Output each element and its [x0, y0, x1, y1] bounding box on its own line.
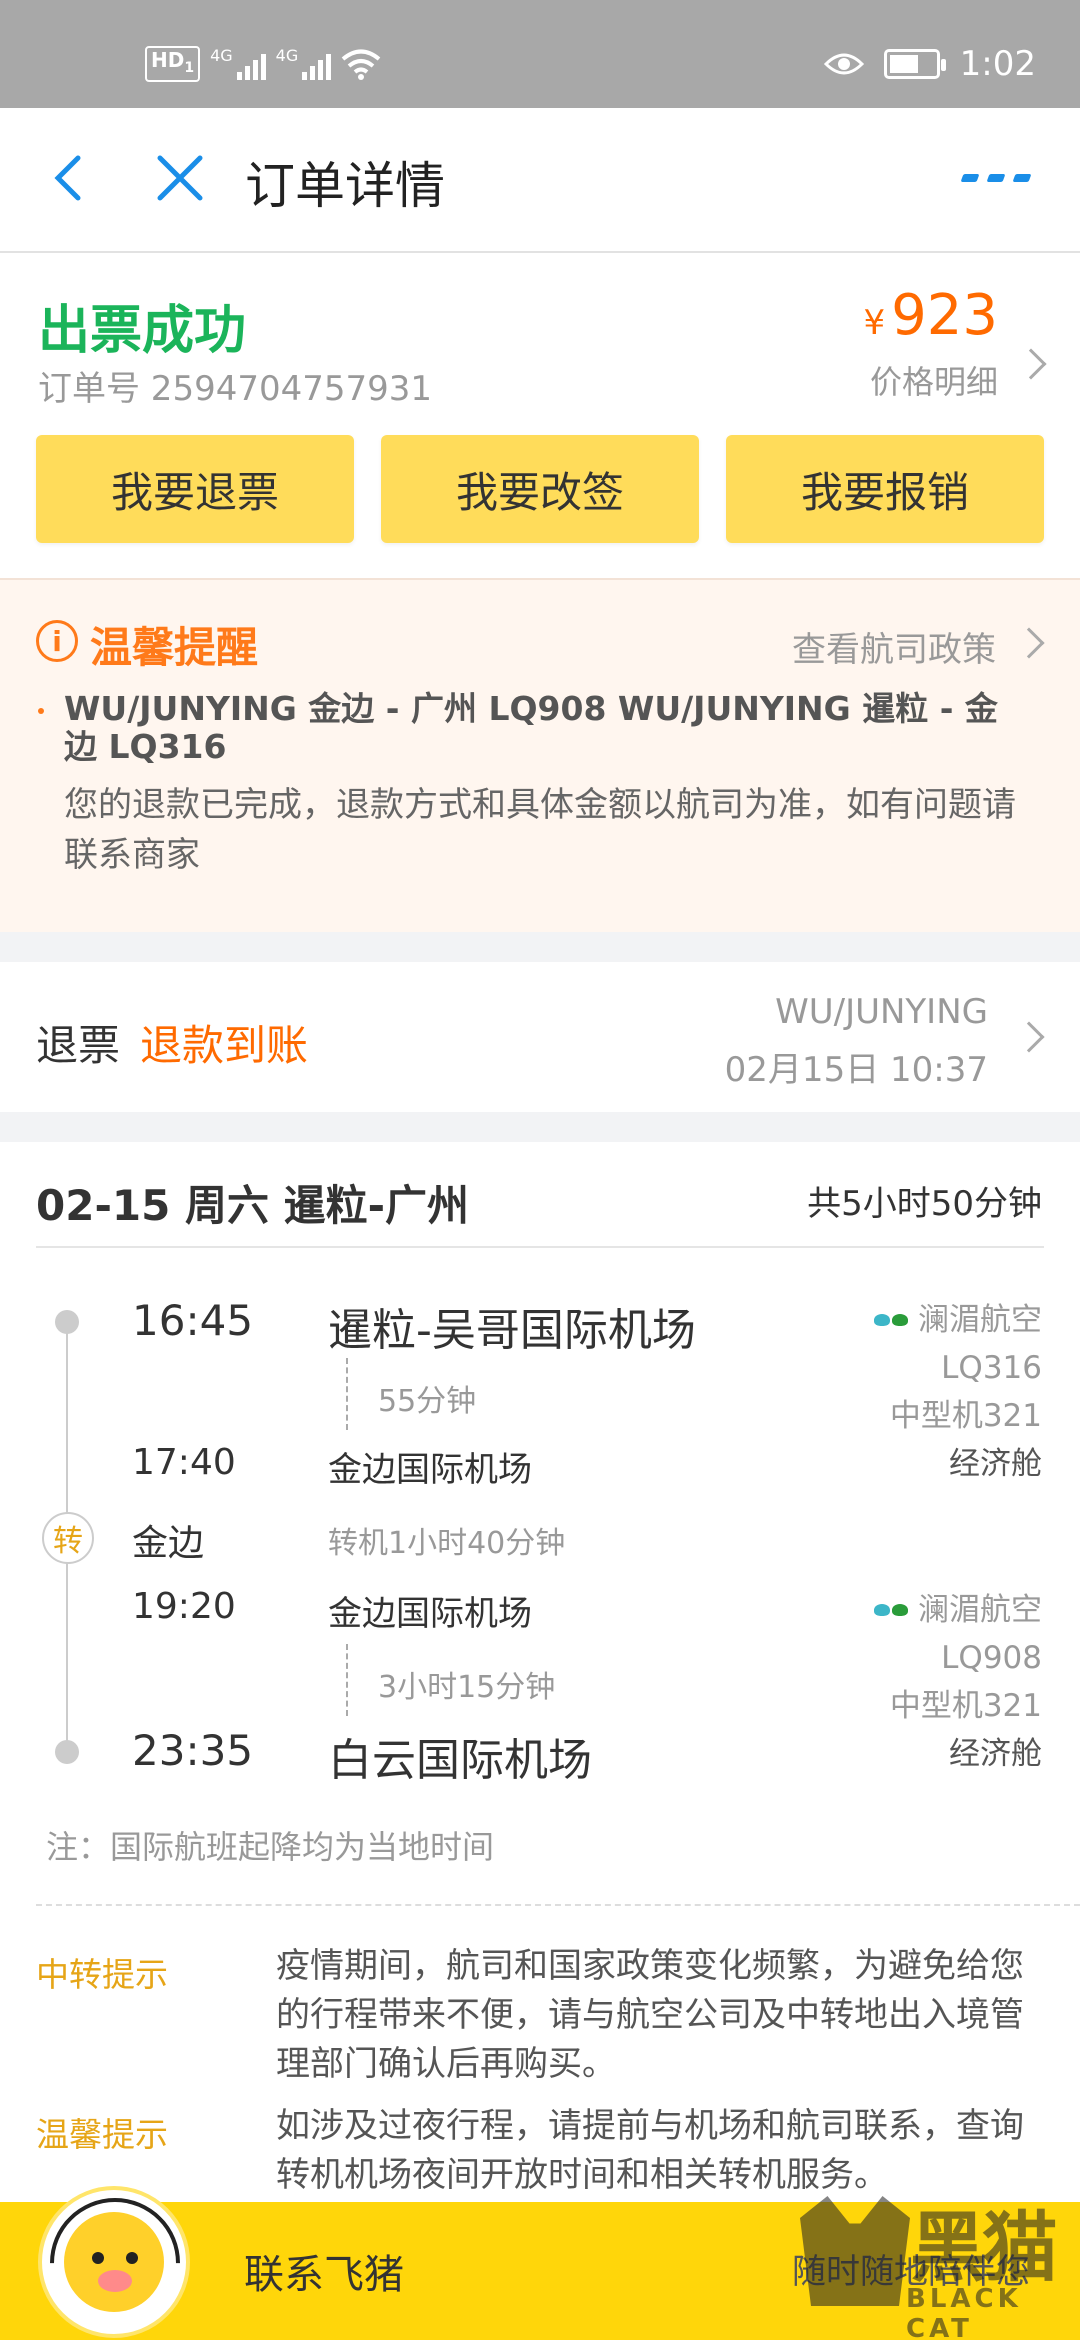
- eye-comfort-icon: [823, 53, 864, 75]
- contact-bar[interactable]: 联系飞猪 随时随地陪伴您 黑猫 BLACK CAT: [0, 2171, 1080, 2340]
- order-number: 订单号 2594704757931: [38, 369, 433, 409]
- change-ticket-button[interactable]: 我要改签: [381, 435, 699, 543]
- info-icon: i: [36, 620, 78, 662]
- local-time-note: 注：国际航班起降均为当地时间: [46, 1828, 495, 1866]
- hd-voice-icon: HD1: [145, 46, 201, 82]
- wifi-icon: [341, 49, 381, 80]
- reimbursement-button[interactable]: 我要报销: [726, 435, 1044, 543]
- order-summary-card: 出票成功 订单号 2594704757931 ¥ 923 价格明细 我要退票 我…: [0, 253, 1080, 578]
- ticket-status: 出票成功: [38, 301, 247, 361]
- order-price[interactable]: ¥ 923: [863, 283, 998, 348]
- refund-status-row[interactable]: 退票 退款到账 WU/JUNYING 02月15日 10:37: [0, 962, 1080, 1112]
- refund-time: 02月15日 10:37: [724, 1050, 988, 1090]
- itinerary-card: 02-15 周六 暹粒-广州 共5小时50分钟 转 16:45 暹粒-吴哥国际机…: [0, 1142, 1080, 2202]
- status-time: 1:02: [959, 44, 1036, 84]
- signal-icon-2: [302, 48, 332, 80]
- flight-number: LQ908: [941, 1640, 1042, 1676]
- back-arrow-icon[interactable]: [40, 148, 100, 208]
- reminder-title: 温馨提醒: [90, 623, 259, 672]
- reminder-panel: i 温馨提醒 查看航司政策 WU/JUNYING 金边 - 广州 LQ908 W…: [0, 578, 1080, 932]
- watermark-en: BLACK CAT: [906, 2284, 1022, 2340]
- timeline-start-dot: [55, 1310, 79, 1334]
- divider: [36, 1246, 1044, 1248]
- dashed-connector: [346, 1358, 348, 1430]
- timeline-end-dot: [55, 1740, 79, 1764]
- cabin-class: 经济舱: [949, 1736, 1042, 1772]
- aircraft-type: 中型机321: [889, 1688, 1042, 1724]
- more-icon[interactable]: [960, 174, 1032, 182]
- flight-info: 澜湄航空 LQ908 中型机321 经济舱: [874, 1586, 1042, 1778]
- flight-info: 澜湄航空 LQ316 中型机321 经济舱: [874, 1296, 1042, 1488]
- dashed-divider: [36, 1904, 1080, 1906]
- departure-time: 16:45: [132, 1296, 254, 1345]
- airline-logo-icon: [874, 1602, 910, 1618]
- flight-number: LQ316: [941, 1350, 1042, 1386]
- departure-time: 19:20: [132, 1586, 236, 1627]
- status-bar: HD1 4G 4G 1:02: [0, 0, 1080, 108]
- arrival-time: 23:35: [132, 1726, 254, 1775]
- airline-logo-icon: [874, 1312, 910, 1328]
- reminder-text: 您的退款已完成，退款方式和具体金额以航司为准，如有问题请联系商家: [64, 785, 1016, 875]
- aircraft-type: 中型机321: [889, 1398, 1042, 1434]
- transfer-city: 金边: [132, 1523, 205, 1564]
- reminder-flights: WU/JUNYING 金边 - 广州 LQ908 WU/JUNYING 暹粒 -…: [64, 689, 998, 766]
- nav-bar: 订单详情: [0, 108, 1080, 253]
- status-icons-left: HD1 4G 4G: [145, 46, 381, 82]
- fliggy-mascot-avatar[interactable]: [23, 2171, 207, 2340]
- airline-policy-link[interactable]: 查看航司政策: [792, 622, 996, 671]
- refund-button[interactable]: 我要退票: [36, 435, 354, 543]
- warm-tip-label: 温馨提示: [36, 2115, 168, 2154]
- watermark-cn: 黑猫: [910, 2203, 1058, 2292]
- close-icon[interactable]: [150, 148, 210, 208]
- network-type-2: 4G: [275, 46, 299, 65]
- action-buttons: 我要退票 我要改签 我要报销: [36, 435, 1044, 543]
- transfer-tip-text: 疫情期间，航司和国家政策变化频繁，为避免给您的行程带来不便，请与航空公司及中转地…: [276, 1946, 1024, 2084]
- refund-status: 退款到账: [140, 1021, 309, 1070]
- contact-fliggy-label[interactable]: 联系飞猪: [244, 2242, 404, 2300]
- dashed-connector: [346, 1644, 348, 1716]
- page-title: 订单详情: [245, 157, 445, 215]
- refund-label: 退票: [36, 1021, 121, 1070]
- battery-icon: [883, 49, 946, 79]
- price-amount: 923: [891, 283, 998, 348]
- price-detail-link[interactable]: 价格明细: [870, 357, 998, 403]
- currency-symbol: ¥: [863, 303, 886, 343]
- total-duration: 共5小时50分钟: [807, 1184, 1042, 1224]
- transfer-tip-label: 中转提示: [36, 1955, 168, 1994]
- network-type-1: 4G: [210, 46, 233, 65]
- passenger-name: WU/JUNYING: [775, 992, 988, 1032]
- chevron-right-icon[interactable]: [1013, 1021, 1045, 1053]
- departure-airport: 暹粒-吴哥国际机场: [328, 1305, 696, 1356]
- airline-name: 澜湄航空: [918, 1592, 1042, 1628]
- bullet-dot: [38, 708, 44, 714]
- status-icons-right: 1:02: [823, 44, 1036, 84]
- arrival-time: 17:40: [132, 1442, 236, 1483]
- chevron-right-icon[interactable]: [1015, 348, 1047, 380]
- transfer-badge: 转: [42, 1512, 94, 1564]
- cabin-class: 经济舱: [949, 1446, 1042, 1482]
- itinerary-header: 02-15 周六 暹粒-广州: [36, 1181, 470, 1230]
- arrival-airport: 金边国际机场: [328, 1450, 532, 1490]
- transfer-duration: 转机1小时40分钟: [328, 1526, 566, 1561]
- black-cat-watermark: 黑猫 BLACK CAT: [800, 2166, 1070, 2340]
- signal-icon-1: [236, 48, 266, 80]
- departure-airport: 金边国际机场: [328, 1594, 532, 1634]
- flight-duration: 55分钟: [378, 1384, 477, 1419]
- arrival-airport: 白云国际机场: [328, 1735, 592, 1786]
- airline-name: 澜湄航空: [918, 1302, 1042, 1338]
- cat-logo-icon: [800, 2196, 910, 2306]
- flight-duration: 3小时15分钟: [378, 1670, 556, 1705]
- chevron-right-icon[interactable]: [1013, 627, 1045, 659]
